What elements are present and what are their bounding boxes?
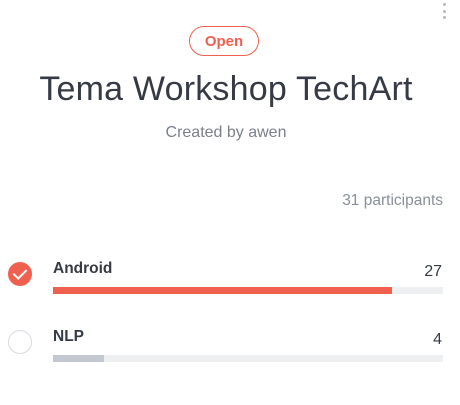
option-label: Android [53, 260, 113, 277]
menu-dot [442, 3, 446, 6]
vote-progress-fill [53, 355, 104, 362]
poll-creator: Created by awen [165, 124, 287, 141]
vote-progress-fill [53, 287, 393, 294]
more-options-icon[interactable] [436, 3, 452, 19]
poll-option-nlp[interactable]: NLP 4 [0, 322, 460, 370]
menu-dot [442, 9, 446, 13]
status-badge: Open [189, 26, 259, 56]
menu-dot [442, 16, 446, 19]
vote-progress-track [53, 355, 443, 362]
option-vote-count: 4 [433, 331, 442, 348]
poll-option-android[interactable]: Android 27 [0, 254, 460, 302]
poll-title: Tema Workshop TechArt [39, 70, 413, 108]
empty-radio-icon[interactable] [8, 330, 32, 354]
option-vote-count: 27 [424, 263, 442, 280]
vote-progress-track [53, 287, 443, 294]
check-circle-icon[interactable] [8, 262, 32, 286]
participant-count: 31 participants [342, 192, 443, 209]
option-label: NLP [53, 328, 84, 345]
